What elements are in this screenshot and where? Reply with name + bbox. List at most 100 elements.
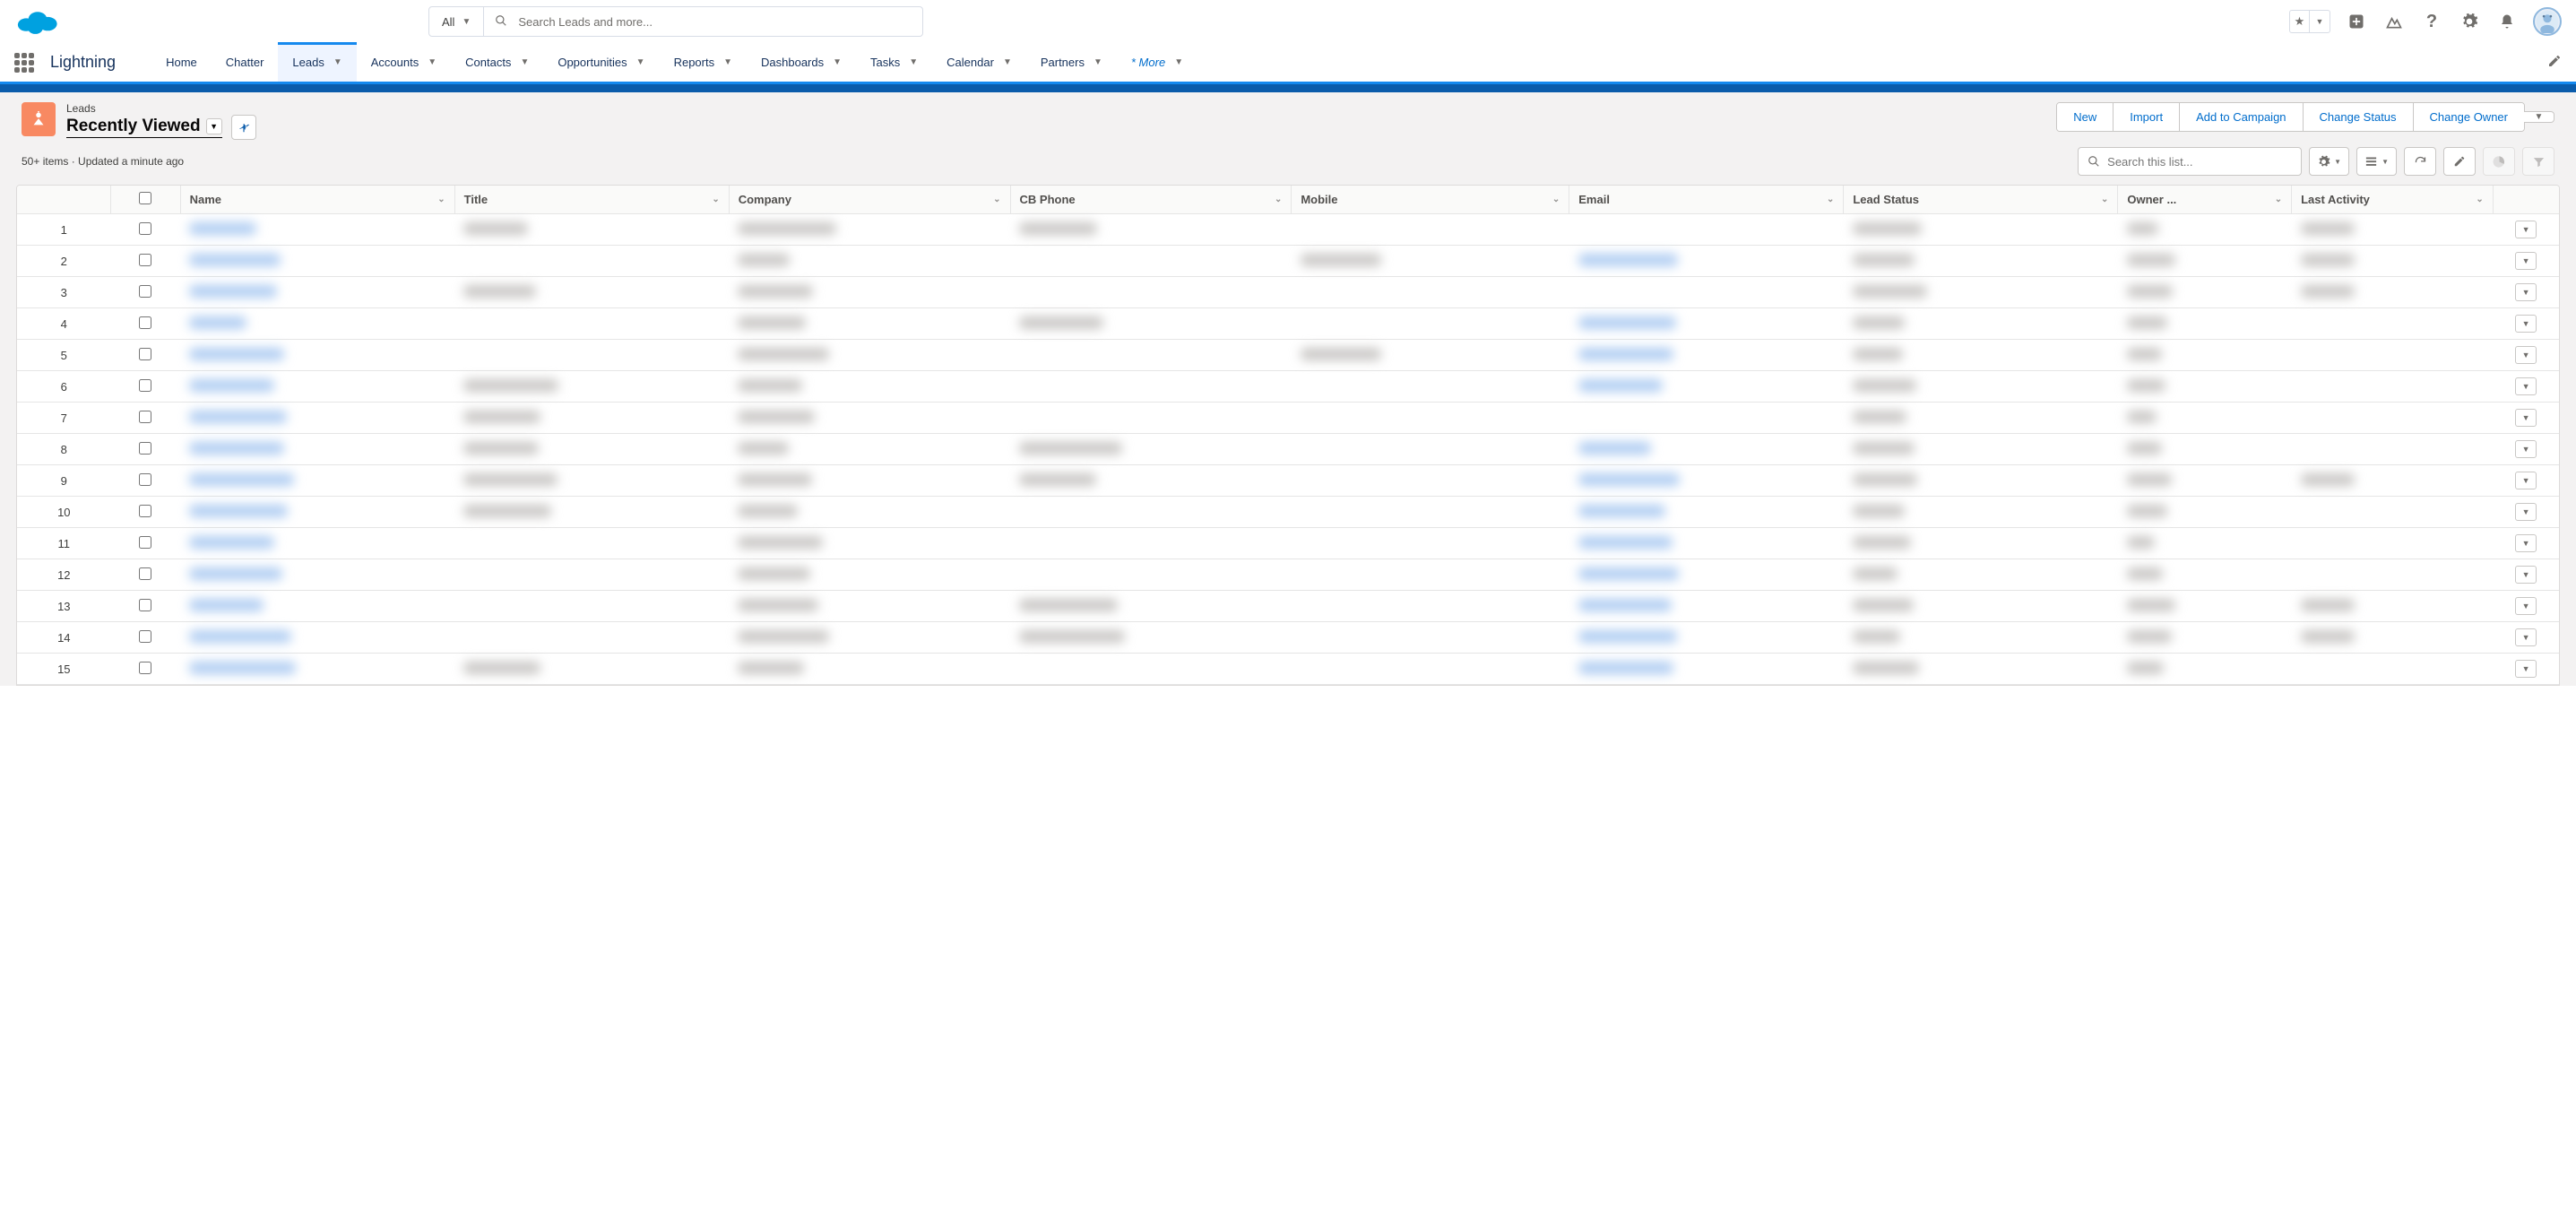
cell-name[interactable] (180, 403, 454, 434)
row-actions-button[interactable]: ▼ (2515, 221, 2537, 238)
list-search[interactable] (2078, 147, 2302, 176)
row-checkbox[interactable] (139, 536, 151, 549)
row-checkbox[interactable] (139, 411, 151, 423)
table-row[interactable]: 6▼ (17, 371, 2559, 403)
filter-button[interactable] (2522, 147, 2554, 176)
table-row[interactable]: 5▼ (17, 340, 2559, 371)
cell-email[interactable] (1569, 591, 1844, 622)
column-header-email[interactable]: Email⌄ (1569, 186, 1844, 214)
tab-home[interactable]: Home (151, 43, 212, 82)
cell-name[interactable] (180, 277, 454, 308)
row-actions-button[interactable]: ▼ (2515, 409, 2537, 427)
cell-name[interactable] (180, 528, 454, 559)
cell-name[interactable] (180, 340, 454, 371)
cell-name[interactable] (180, 434, 454, 465)
cell-email[interactable] (1569, 340, 1844, 371)
column-header-title[interactable]: Title⌄ (454, 186, 729, 214)
tab-chatter[interactable]: Chatter (212, 43, 279, 82)
tab-leads[interactable]: Leads▼ (278, 43, 356, 82)
cell-name[interactable] (180, 622, 454, 654)
row-actions-button[interactable]: ▼ (2515, 472, 2537, 489)
row-actions-button[interactable]: ▼ (2515, 597, 2537, 615)
pin-list-button[interactable] (231, 115, 256, 140)
cell-name[interactable] (180, 246, 454, 277)
table-row[interactable]: 10▼ (17, 497, 2559, 528)
row-checkbox[interactable] (139, 222, 151, 235)
cell-name[interactable] (180, 371, 454, 403)
setup-gear-icon[interactable] (2458, 10, 2481, 33)
table-row[interactable]: 8▼ (17, 434, 2559, 465)
refresh-button[interactable] (2404, 147, 2436, 176)
row-actions-button[interactable]: ▼ (2515, 534, 2537, 552)
inline-edit-button[interactable] (2443, 147, 2476, 176)
cell-name[interactable] (180, 214, 454, 246)
table-row[interactable]: 1▼ (17, 214, 2559, 246)
row-checkbox[interactable] (139, 379, 151, 392)
new-button[interactable]: New (2057, 103, 2113, 131)
cell-email[interactable] (1569, 434, 1844, 465)
tab-contacts[interactable]: Contacts▼ (451, 43, 543, 82)
tab-calendar[interactable]: Calendar▼ (932, 43, 1026, 82)
row-actions-button[interactable]: ▼ (2515, 628, 2537, 646)
more-actions-button[interactable]: ▼ (2524, 111, 2554, 123)
cell-email[interactable] (1569, 403, 1844, 434)
list-view-picker[interactable]: Recently Viewed ▼ (66, 117, 222, 138)
cell-email[interactable] (1569, 559, 1844, 591)
cell-email[interactable] (1569, 654, 1844, 685)
row-checkbox[interactable] (139, 630, 151, 643)
cell-name[interactable] (180, 497, 454, 528)
row-actions-button[interactable]: ▼ (2515, 377, 2537, 395)
tab-partners[interactable]: Partners▼ (1026, 43, 1117, 82)
cell-email[interactable] (1569, 528, 1844, 559)
column-header-lead-status[interactable]: Lead Status⌄ (1844, 186, 2118, 214)
row-actions-button[interactable]: ▼ (2515, 440, 2537, 458)
favorites-button[interactable]: ★ ▼ (2289, 10, 2330, 33)
select-all-checkbox[interactable] (139, 192, 151, 204)
avatar[interactable] (2533, 7, 2562, 36)
cell-email[interactable] (1569, 371, 1844, 403)
column-header-cb-phone[interactable]: CB Phone⌄ (1010, 186, 1292, 214)
tab-more[interactable]: * More▼ (1117, 43, 1197, 82)
import-button[interactable]: Import (2113, 103, 2179, 131)
tab-dashboards[interactable]: Dashboards▼ (747, 43, 856, 82)
list-view-controls-gear[interactable]: ▼ (2309, 147, 2349, 176)
column-header-mobile[interactable]: Mobile⌄ (1292, 186, 1569, 214)
row-checkbox[interactable] (139, 285, 151, 298)
notifications-bell-icon[interactable] (2495, 10, 2519, 33)
cell-email[interactable] (1569, 308, 1844, 340)
row-checkbox[interactable] (139, 599, 151, 611)
column-header-last-activity[interactable]: Last Activity⌄ (2292, 186, 2494, 214)
cell-name[interactable] (180, 591, 454, 622)
change-status-button[interactable]: Change Status (2303, 103, 2413, 131)
search-box[interactable] (484, 6, 923, 37)
tab-reports[interactable]: Reports▼ (660, 43, 747, 82)
table-row[interactable]: 14▼ (17, 622, 2559, 654)
add-to-campaign-button[interactable]: Add to Campaign (2179, 103, 2302, 131)
change-owner-button[interactable]: Change Owner (2413, 103, 2524, 131)
row-checkbox[interactable] (139, 442, 151, 455)
table-row[interactable]: 15▼ (17, 654, 2559, 685)
row-actions-button[interactable]: ▼ (2515, 283, 2537, 301)
row-actions-button[interactable]: ▼ (2515, 503, 2537, 521)
tab-tasks[interactable]: Tasks▼ (856, 43, 932, 82)
search-scope-button[interactable]: All ▼ (428, 6, 484, 37)
list-search-input[interactable] (2107, 155, 2292, 169)
row-checkbox[interactable] (139, 662, 151, 674)
table-row[interactable]: 11▼ (17, 528, 2559, 559)
row-actions-button[interactable]: ▼ (2515, 660, 2537, 678)
tab-accounts[interactable]: Accounts▼ (357, 43, 451, 82)
add-button[interactable] (2345, 10, 2368, 33)
row-actions-button[interactable]: ▼ (2515, 315, 2537, 333)
column-header-company[interactable]: Company⌄ (729, 186, 1010, 214)
table-row[interactable]: 9▼ (17, 465, 2559, 497)
trailhead-icon[interactable] (2382, 10, 2406, 33)
tab-opportunities[interactable]: Opportunities▼ (543, 43, 659, 82)
cell-email[interactable] (1569, 497, 1844, 528)
display-as-button[interactable]: ▼ (2356, 147, 2397, 176)
chart-button[interactable] (2483, 147, 2515, 176)
cell-email[interactable] (1569, 277, 1844, 308)
cell-email[interactable] (1569, 622, 1844, 654)
table-row[interactable]: 13▼ (17, 591, 2559, 622)
row-checkbox[interactable] (139, 567, 151, 580)
help-icon[interactable]: ? (2420, 10, 2443, 33)
